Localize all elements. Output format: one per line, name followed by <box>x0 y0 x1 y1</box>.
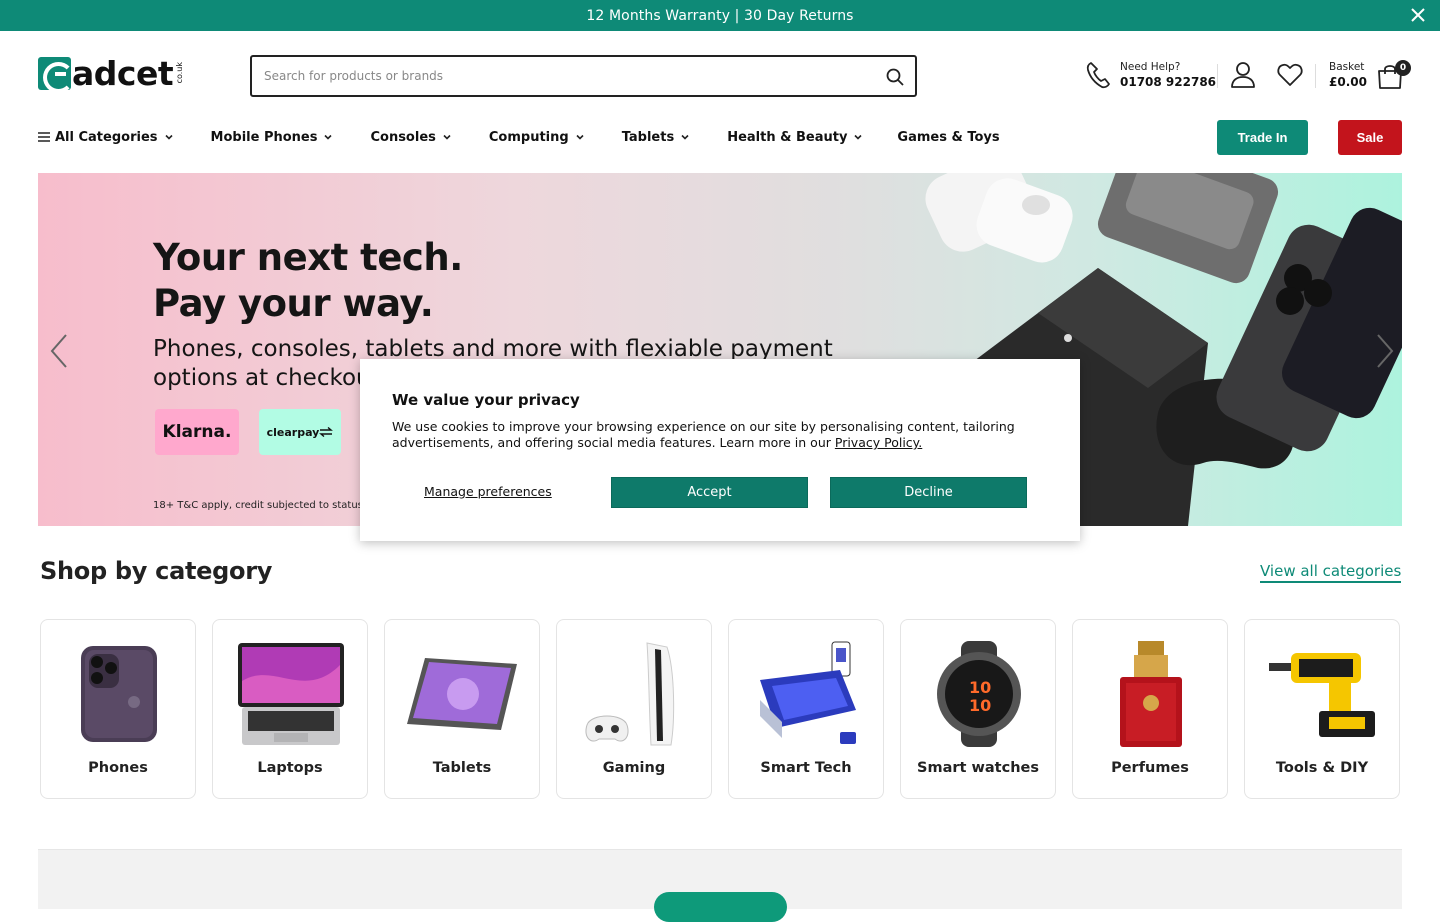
trade-in-button[interactable]: Trade In <box>1217 120 1308 155</box>
account-icon[interactable] <box>1230 61 1256 89</box>
category-card-tablets[interactable]: Tablets <box>384 619 540 799</box>
section-title: Shop by category <box>40 557 273 585</box>
hero-headline-line-1: Your next tech. <box>153 236 463 279</box>
basket-summary[interactable]: Basket £0.00 <box>1329 60 1367 90</box>
category-card-laptops[interactable]: Laptops <box>212 619 368 799</box>
svg-text:10: 10 <box>969 696 991 715</box>
menu-icon <box>38 132 50 142</box>
cookie-text: We use cookies to improve your browsing … <box>392 419 1042 451</box>
nav-label: Games & Toys <box>897 129 1000 145</box>
divider <box>1217 64 1218 88</box>
nav-label: Health & Beauty <box>727 129 848 145</box>
search-icon[interactable] <box>885 67 905 87</box>
heart-icon[interactable] <box>1277 62 1303 88</box>
basket-total: £0.00 <box>1329 75 1367 89</box>
logo-text: adcet <box>72 53 174 93</box>
category-card-phones[interactable]: Phones <box>40 619 196 799</box>
cookie-consent-dialog: We value your privacy We use cookies to … <box>360 359 1080 541</box>
nav-mobile-phones[interactable]: Mobile Phones <box>211 130 334 145</box>
clearpay-logo: clearpay <box>259 409 341 455</box>
chevron-right-icon[interactable] <box>1374 333 1396 369</box>
announcement-bar: 12 Months Warranty | 30 Day Returns <box>0 0 1440 31</box>
phone-icon <box>1086 62 1110 89</box>
klarna-logo: Klarna. <box>155 409 239 455</box>
airpods-image <box>925 173 1073 263</box>
nav-label: Mobile Phones <box>210 129 318 145</box>
view-all-categories-link[interactable]: View all categories <box>1260 562 1402 583</box>
nav-tablets[interactable]: Tablets <box>622 130 691 145</box>
site-logo[interactable]: adcet co.uk <box>38 53 185 93</box>
phone-icon <box>81 646 157 742</box>
chevron-down-icon <box>576 134 584 140</box>
hero-headline: Your next tech. Pay your way. <box>153 235 463 327</box>
category-label: Tools & DIY <box>1275 760 1369 776</box>
manage-preferences-link[interactable]: Manage preferences <box>424 484 552 499</box>
svg-text:10: 10 <box>969 678 991 697</box>
nav-all-categories[interactable]: All Categories <box>38 130 174 145</box>
help-label: Need Help? <box>1120 61 1181 73</box>
nav-health-beauty[interactable]: Health & Beauty <box>727 130 863 145</box>
logo-tld: co.uk <box>175 62 185 84</box>
clearpay-text: clearpay <box>266 425 320 439</box>
category-label: Gaming <box>602 760 666 776</box>
console-icon <box>585 642 675 746</box>
logo-mark <box>38 56 74 93</box>
search-input[interactable] <box>252 57 852 95</box>
hero-headline-line-2: Pay your way. <box>153 282 434 325</box>
main-nav: All Categories Mobile Phones Consoles Co… <box>38 126 1000 148</box>
category-label: Smart watches <box>917 760 1039 776</box>
tablet-icon <box>407 658 517 730</box>
privacy-policy-link[interactable]: Privacy Policy. <box>835 435 922 450</box>
perfume-icon <box>1120 641 1182 747</box>
category-label: Smart Tech <box>760 760 852 776</box>
category-card-perfumes[interactable]: Perfumes <box>1072 619 1228 799</box>
category-label: Phones <box>88 760 148 776</box>
robot-vacuum-icon <box>760 641 856 744</box>
chevron-down-icon <box>324 134 333 140</box>
category-card-smart-tech[interactable]: Smart Tech <box>728 619 884 799</box>
category-label: Laptops <box>257 760 323 776</box>
category-grid: Phones Laptops Tablets Gaming Smart Tech… <box>40 619 1400 799</box>
category-label: Perfumes <box>1111 760 1189 776</box>
category-card-tools-diy[interactable]: Tools & DIY <box>1244 619 1400 799</box>
nav-label: All Categories <box>55 129 158 145</box>
basket-count-badge: 0 <box>1395 60 1411 76</box>
chevron-down-icon <box>443 134 451 140</box>
basket-label: Basket <box>1329 61 1365 73</box>
chevron-down-icon <box>681 134 689 140</box>
announcement-text: 12 Months Warranty | 30 Day Returns <box>586 7 854 24</box>
hero-terms: 18+ T&C apply, credit subjected to statu… <box>153 500 367 511</box>
accept-cookies-button[interactable]: Accept <box>611 477 808 508</box>
help-contact[interactable]: Need Help? 01708 922786 <box>1085 60 1216 90</box>
clearpay-arrows-icon <box>319 427 334 437</box>
category-card-smart-watches[interactable]: 10 10 Smart watches <box>900 619 1056 799</box>
chevron-down-icon <box>164 134 173 140</box>
search-box <box>250 55 917 97</box>
category-card-gaming[interactable]: Gaming <box>556 619 712 799</box>
cookie-title: We value your privacy <box>392 391 580 409</box>
nav-games-toys[interactable]: Games & Toys <box>897 130 999 145</box>
sale-button[interactable]: Sale <box>1338 120 1402 155</box>
air-fryer-image <box>1097 173 1279 284</box>
promo-badge <box>654 892 787 922</box>
category-label: Tablets <box>432 760 492 776</box>
nav-consoles[interactable]: Consoles <box>370 130 451 145</box>
chevron-down-icon <box>854 134 862 140</box>
drill-icon <box>1269 653 1375 737</box>
nav-label: Tablets <box>621 129 675 145</box>
smartwatch-icon: 1010 <box>937 641 1021 747</box>
nav-computing[interactable]: Computing <box>489 130 585 145</box>
decline-cookies-button[interactable]: Decline <box>830 477 1027 508</box>
nav-label: Computing <box>488 129 569 145</box>
chevron-left-icon[interactable] <box>48 333 70 369</box>
close-icon[interactable] <box>1410 7 1426 23</box>
nav-label: Consoles <box>370 129 436 145</box>
help-phone-number[interactable]: 01708 922786 <box>1120 75 1216 90</box>
divider <box>1315 64 1316 88</box>
laptop-icon <box>238 643 344 745</box>
